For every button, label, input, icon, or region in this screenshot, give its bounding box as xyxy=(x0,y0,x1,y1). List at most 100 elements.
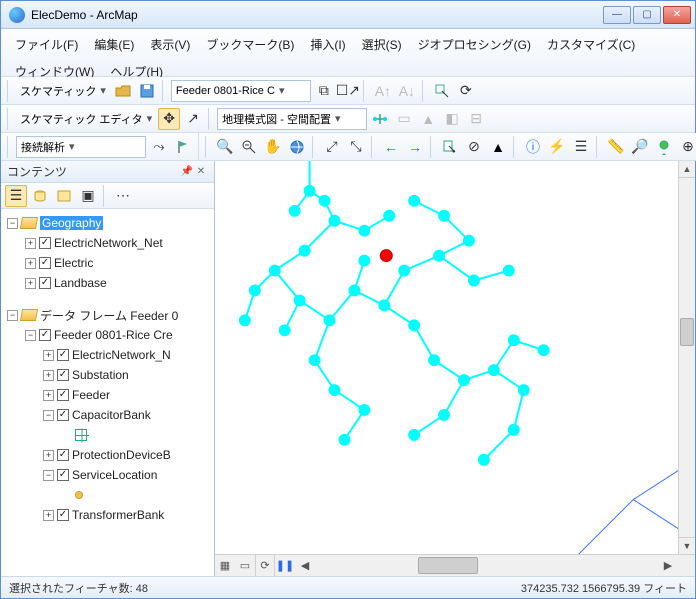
measure-icon[interactable]: 📏 xyxy=(605,136,627,158)
expander-icon[interactable]: + xyxy=(25,258,36,269)
scroll-thumb[interactable] xyxy=(680,318,694,346)
expander-icon[interactable]: + xyxy=(25,238,36,249)
refresh-attributes-icon[interactable]: ⟳ xyxy=(455,80,477,102)
fixed-zoom-in-icon[interactable]: ⤢ xyxy=(321,136,343,158)
go-to-xy-icon[interactable]: ⊕ xyxy=(677,136,696,158)
scroll-up-icon[interactable]: ▲ xyxy=(679,161,695,178)
data-view-icon[interactable]: ▦ xyxy=(215,555,235,576)
tree-row[interactable] xyxy=(1,425,214,445)
menu-insert[interactable]: 挿入(I) xyxy=(302,33,353,56)
tree-label[interactable]: ElectricNetwork_N xyxy=(72,348,171,362)
visibility-checkbox[interactable]: ✓ xyxy=(57,469,69,481)
fixed-zoom-out-icon[interactable]: ⤡ xyxy=(345,136,367,158)
tree-label[interactable]: Feeder 0801-Rice Cre xyxy=(54,328,173,342)
scroll-right-icon[interactable]: ▶ xyxy=(658,555,678,576)
select-elements-icon[interactable]: ▲ xyxy=(487,136,509,158)
pin-icon[interactable]: 📌 xyxy=(180,165,194,179)
vertical-scrollbar[interactable]: ▲ ▼ xyxy=(678,161,695,554)
new-window-icon[interactable]: ⧉ xyxy=(313,80,335,102)
schematic-menu[interactable]: スケマティック▾ xyxy=(16,80,110,102)
tree-row[interactable]: −✓ServiceLocation xyxy=(1,465,214,485)
expander-icon[interactable]: − xyxy=(7,310,18,321)
visibility-checkbox[interactable]: ✓ xyxy=(39,257,51,269)
full-extent-icon[interactable] xyxy=(286,136,308,158)
tree-row[interactable]: +✓Electric xyxy=(1,253,214,273)
list-by-selection-icon[interactable]: ▣ xyxy=(77,185,99,207)
tree-label[interactable]: Electric xyxy=(54,256,93,270)
horizontal-scrollbar[interactable] xyxy=(315,555,658,576)
propagate-icon[interactable]: ☐↗ xyxy=(337,80,359,102)
layout-view-icon[interactable]: ▭ xyxy=(235,555,255,576)
expander-icon[interactable]: − xyxy=(25,330,36,341)
tree-row[interactable]: −✓Feeder 0801-Rice Cre xyxy=(1,325,214,345)
menu-edit[interactable]: 編集(E) xyxy=(86,33,142,56)
tree-label[interactable]: ElectricNetwork_Net xyxy=(54,236,163,250)
pan-icon[interactable]: ✋ xyxy=(262,136,284,158)
feeder-dropdown[interactable]: Feeder 0801-Rice C▾ xyxy=(171,80,311,102)
list-by-visibility-icon[interactable] xyxy=(53,185,75,207)
zoom-out-icon[interactable] xyxy=(238,136,260,158)
select-features-icon[interactable] xyxy=(439,136,461,158)
minimize-button[interactable]: — xyxy=(603,6,631,24)
map-canvas[interactable] xyxy=(215,161,695,559)
expander-icon[interactable]: − xyxy=(7,218,18,229)
tree-row[interactable]: −✓CapacitorBank xyxy=(1,405,214,425)
tree-row[interactable] xyxy=(1,293,214,305)
expander-icon[interactable]: + xyxy=(43,390,54,401)
apply-layout-icon[interactable] xyxy=(369,108,391,130)
options-icon[interactable]: ⋯ xyxy=(112,185,134,207)
save-schematic-icon[interactable] xyxy=(136,80,158,102)
forward-icon[interactable]: → xyxy=(404,136,426,158)
identify-icon[interactable]: ⓘ xyxy=(522,136,544,158)
titlebar[interactable]: ElecDemo - ArcMap — ▢ ✕ xyxy=(1,1,695,29)
back-icon[interactable]: ← xyxy=(380,136,402,158)
visibility-checkbox[interactable]: ✓ xyxy=(57,389,69,401)
visibility-checkbox[interactable]: ✓ xyxy=(57,449,69,461)
close-panel-icon[interactable]: ✕ xyxy=(194,165,208,179)
expander-icon[interactable]: + xyxy=(43,370,54,381)
zoom-in-icon[interactable]: 🔍 xyxy=(214,136,236,158)
tree-label[interactable]: データ フレーム Feeder 0 xyxy=(40,307,178,324)
maximize-button[interactable]: ▢ xyxy=(633,6,661,24)
edit-vertices-icon[interactable]: ↗ xyxy=(182,108,204,130)
toc-header[interactable]: コンテンツ 📌 ✕ xyxy=(1,161,214,183)
move-tool-icon[interactable]: ✥ xyxy=(158,108,180,130)
select-by-schematic-icon[interactable] xyxy=(431,80,453,102)
visibility-checkbox[interactable]: ✓ xyxy=(57,369,69,381)
tree-label[interactable]: Substation xyxy=(72,368,129,382)
hscroll-thumb[interactable] xyxy=(418,557,478,574)
menu-bookmarks[interactable]: ブックマーク(B) xyxy=(198,33,302,56)
tree-row[interactable]: −Geography xyxy=(1,213,214,233)
visibility-checkbox[interactable]: ✓ xyxy=(57,509,69,521)
schematic-editor-menu[interactable]: スケマティック エディタ▾ xyxy=(16,108,156,130)
flag-tool-icon[interactable] xyxy=(172,136,194,158)
tree-row[interactable]: +✓ElectricNetwork_N xyxy=(1,345,214,365)
expander-icon[interactable]: − xyxy=(43,470,54,481)
list-by-source-icon[interactable] xyxy=(29,185,51,207)
menu-customize[interactable]: カスタマイズ(C) xyxy=(539,33,643,56)
map-view[interactable]: ▲ ▼ ▦ ▭ ⟳ ❚❚ ◀ ▶ xyxy=(215,161,695,576)
pause-drawing-icon[interactable]: ❚❚ xyxy=(275,555,295,576)
tree-label[interactable]: CapacitorBank xyxy=(72,408,151,422)
tree-label[interactable]: ServiceLocation xyxy=(72,468,157,482)
expander-icon[interactable]: + xyxy=(43,510,54,521)
tree-label[interactable]: Feeder xyxy=(72,388,110,402)
list-by-drawing-order-icon[interactable]: ☰ xyxy=(5,185,27,207)
visibility-checkbox[interactable]: ✓ xyxy=(57,349,69,361)
find-icon[interactable]: 🔎 xyxy=(629,136,651,158)
refresh-view-icon[interactable]: ⟳ xyxy=(255,555,275,576)
expander-icon[interactable]: + xyxy=(43,450,54,461)
tree-row[interactable]: +✓Substation xyxy=(1,365,214,385)
solve-icon[interactable]: ⤳ xyxy=(148,136,170,158)
visibility-checkbox[interactable]: ✓ xyxy=(39,277,51,289)
tree-row[interactable]: +✓TransformerBank xyxy=(1,505,214,525)
tree-row[interactable]: +✓ProtectionDeviceB xyxy=(1,445,214,465)
visibility-checkbox[interactable]: ✓ xyxy=(57,409,69,421)
analysis-dropdown[interactable]: 接続解析▾ xyxy=(16,136,146,158)
tree-row[interactable]: +✓Feeder xyxy=(1,385,214,405)
scroll-down-icon[interactable]: ▼ xyxy=(679,537,695,554)
expander-icon[interactable]: + xyxy=(25,278,36,289)
menu-geoprocessing[interactable]: ジオプロセシング(G) xyxy=(410,33,539,56)
find-route-icon[interactable] xyxy=(653,136,675,158)
visibility-checkbox[interactable]: ✓ xyxy=(39,237,51,249)
